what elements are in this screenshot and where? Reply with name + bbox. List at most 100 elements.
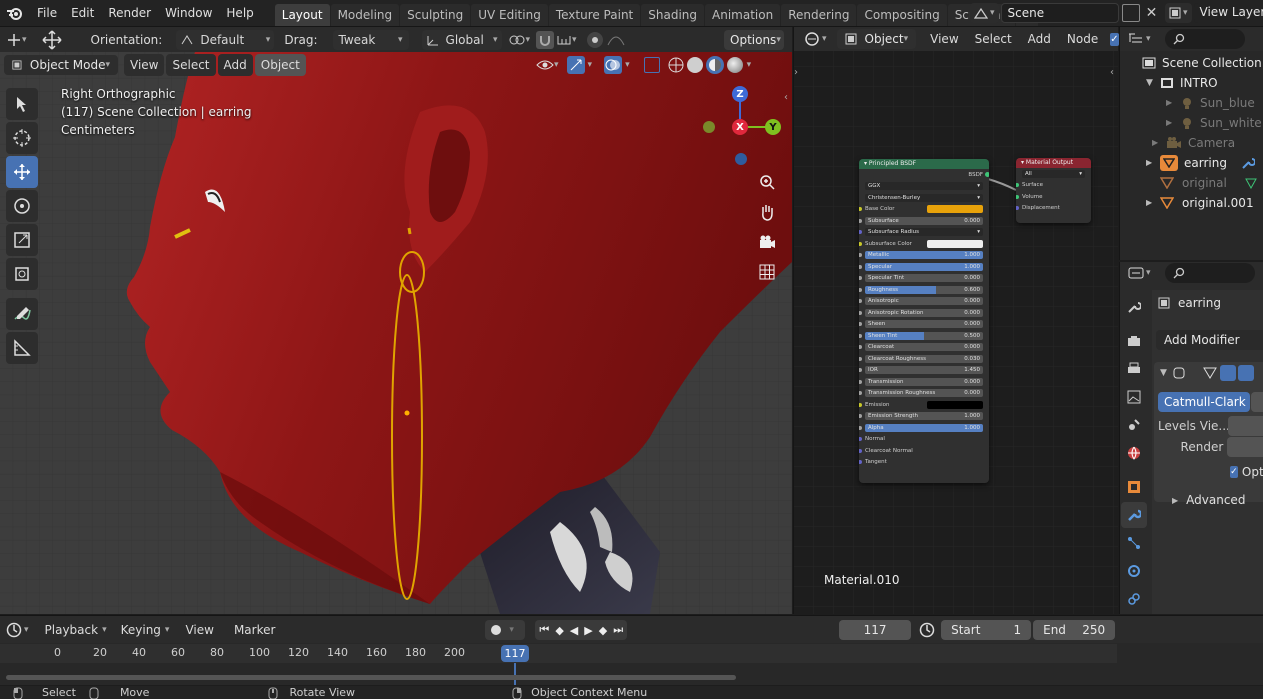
viewport-menu-view[interactable]: View (124, 54, 165, 76)
input-socket[interactable] (859, 425, 862, 430)
shading-dropdown-icon[interactable]: ▾ (747, 60, 752, 70)
value-slider[interactable]: Subsurface 0.000 (865, 216, 983, 225)
gizmo-toggle[interactable] (566, 56, 585, 74)
outliner-type-dropdown[interactable]: ▾ (1128, 32, 1151, 46)
menu-help[interactable]: Help (219, 0, 260, 27)
outliner-item-intro[interactable]: ▼ INTRO (1120, 73, 1263, 93)
sidebar-toggle-icon[interactable]: ‹ (784, 92, 788, 103)
value-slider[interactable]: Sheen 0.000 (865, 320, 983, 329)
input-socket[interactable] (859, 368, 862, 373)
start-frame-field[interactable]: Start 1 (941, 620, 1032, 640)
tab-world[interactable] (1121, 440, 1147, 466)
node-menu-node[interactable]: Node (1061, 28, 1104, 50)
scene-name-field[interactable]: Scene (1000, 3, 1119, 23)
value-slider[interactable]: IOR 1.450 (865, 366, 983, 375)
node-sidebar-toggle-icon[interactable]: ‹ (1110, 67, 1114, 78)
input-socket[interactable] (859, 402, 862, 407)
play-reverse-icon[interactable]: ◀ (570, 624, 578, 637)
auto-keying-toggle[interactable]: ▾ (485, 620, 526, 640)
input-socket[interactable] (859, 276, 862, 281)
outliner-item-camera[interactable]: ▶ Camera (1120, 133, 1263, 153)
menu-edit[interactable]: Edit (64, 0, 101, 27)
value-slider[interactable]: Transmission Roughness 0.000 (865, 389, 983, 398)
view-layer-name-field[interactable]: View Layer (1193, 3, 1263, 23)
input-socket[interactable] (859, 437, 862, 442)
viewport-menu-add[interactable]: Add (217, 54, 253, 76)
viewport-menu-select[interactable]: Select (166, 54, 216, 76)
outliner-item-original[interactable]: original (1120, 173, 1263, 193)
tab-particles[interactable] (1121, 530, 1147, 556)
jump-end-icon[interactable]: ⏭ (613, 623, 623, 637)
outliner-scene-collection[interactable]: Scene Collection (1120, 53, 1263, 73)
preview-range-clock-icon[interactable] (919, 622, 935, 638)
catmull-clark-button[interactable]: Catmull-Clark (1158, 392, 1250, 412)
bsdf-input-row[interactable]: Clearcoat Roughness 0.030 (859, 353, 989, 365)
advanced-subpanel[interactable]: ▶ Advanced (1154, 493, 1263, 507)
expand-right-icon[interactable]: ▶ (1166, 113, 1180, 133)
input-socket[interactable] (859, 333, 862, 338)
modifier-collapse-icon[interactable]: ▼ (1160, 368, 1167, 378)
input-socket[interactable] (859, 287, 862, 292)
value-slider[interactable]: Transmission 0.000 (865, 377, 983, 386)
timeline-scrollbar[interactable] (6, 675, 736, 680)
menu-file[interactable]: File (30, 0, 64, 27)
expand-right-icon[interactable]: ▶ (1146, 193, 1160, 213)
volume-socket[interactable] (1016, 194, 1019, 199)
ortho-toggle-button[interactable] (754, 259, 780, 285)
frame-ruler[interactable] (0, 644, 1117, 663)
expand-right-icon[interactable]: ▶ (1146, 153, 1160, 173)
transform-orientation-dropdown[interactable]: Global ▾ (421, 29, 502, 50)
gizmo-dropdown-icon[interactable]: ▾ (588, 60, 593, 70)
tool-move[interactable] (6, 156, 38, 188)
value-slider[interactable]: Emission Strength 1.000 (865, 412, 983, 421)
bsdf-input-row[interactable]: Subsurface 0.000 (859, 215, 989, 227)
input-socket[interactable] (859, 207, 862, 212)
zoom-button[interactable] (754, 169, 780, 195)
tool-settings-menu-button[interactable]: ▾ (6, 33, 27, 47)
falloff-icon[interactable] (607, 33, 625, 47)
timeline-type-dropdown[interactable]: ▾ (6, 622, 29, 638)
object-mode-dropdown[interactable]: Object Mode ▾ (4, 55, 118, 75)
color-swatch[interactable] (927, 239, 983, 248)
outliner-item-sun-white[interactable]: ▶ Sun_white (1120, 113, 1263, 133)
bsdf-input-row[interactable]: Metallic 1.000 (859, 250, 989, 262)
tab-object[interactable] (1121, 474, 1147, 500)
tab-compositing[interactable]: Compositing (857, 3, 947, 26)
input-socket[interactable] (859, 345, 862, 350)
principled-bsdf-node[interactable]: ▾ Principled BSDF BSDF GGX ▾ Christensen-… (859, 159, 989, 483)
viewport-menu-object[interactable]: Object (254, 54, 306, 76)
prev-keyframe-icon[interactable]: ◆ (555, 624, 563, 637)
input-socket[interactable] (859, 448, 862, 453)
value-slider[interactable]: Clearcoat 0.000 (865, 343, 983, 352)
tool-transform[interactable] (6, 258, 38, 290)
next-keyframe-icon[interactable]: ◆ (599, 624, 607, 637)
expand-right-icon[interactable]: ▶ (1166, 93, 1180, 113)
input-socket[interactable] (859, 391, 862, 396)
play-icon[interactable]: ▶ (584, 624, 592, 637)
outliner-item-original-001[interactable]: ▶ original.001 (1120, 193, 1263, 213)
tab-uv-editing[interactable]: UV Editing (471, 3, 548, 26)
tab-modeling[interactable]: Modeling (330, 3, 400, 26)
gizmo-z-axis[interactable]: Z (732, 86, 748, 102)
xray-toggle-icon[interactable] (643, 57, 660, 73)
value-slider[interactable]: Alpha 1.000 (865, 423, 983, 432)
value-slider[interactable]: Sheen Tint 0.500 (865, 331, 983, 340)
timeline-menu-marker[interactable]: Marker (228, 619, 281, 641)
bsdf-input-row[interactable]: Normal (859, 434, 989, 446)
input-socket[interactable] (859, 460, 862, 465)
current-frame-field[interactable]: 117 (839, 620, 912, 640)
tab-output[interactable] (1121, 356, 1147, 382)
snap-toggle[interactable] (536, 30, 555, 49)
tool-select[interactable] (6, 88, 38, 120)
bsdf-input-row[interactable]: Base Color (859, 204, 989, 216)
vector-dropdown[interactable]: Subsurface Radius ▾ (865, 228, 983, 237)
node-menu-select[interactable]: Select (969, 28, 1018, 50)
input-socket[interactable] (859, 253, 862, 258)
tab-tool[interactable] (1121, 294, 1147, 320)
bsdf-input-row[interactable]: Anisotropic 0.000 (859, 296, 989, 308)
bsdf-input-row[interactable]: Specular Tint 0.000 (859, 273, 989, 285)
gizmo-x-axis[interactable]: X (732, 119, 748, 135)
bsdf-input-row[interactable]: Sheen Tint 0.500 (859, 330, 989, 342)
bsdf-input-row[interactable]: Transmission 0.000 (859, 376, 989, 388)
end-frame-field[interactable]: End 250 (1033, 620, 1116, 640)
